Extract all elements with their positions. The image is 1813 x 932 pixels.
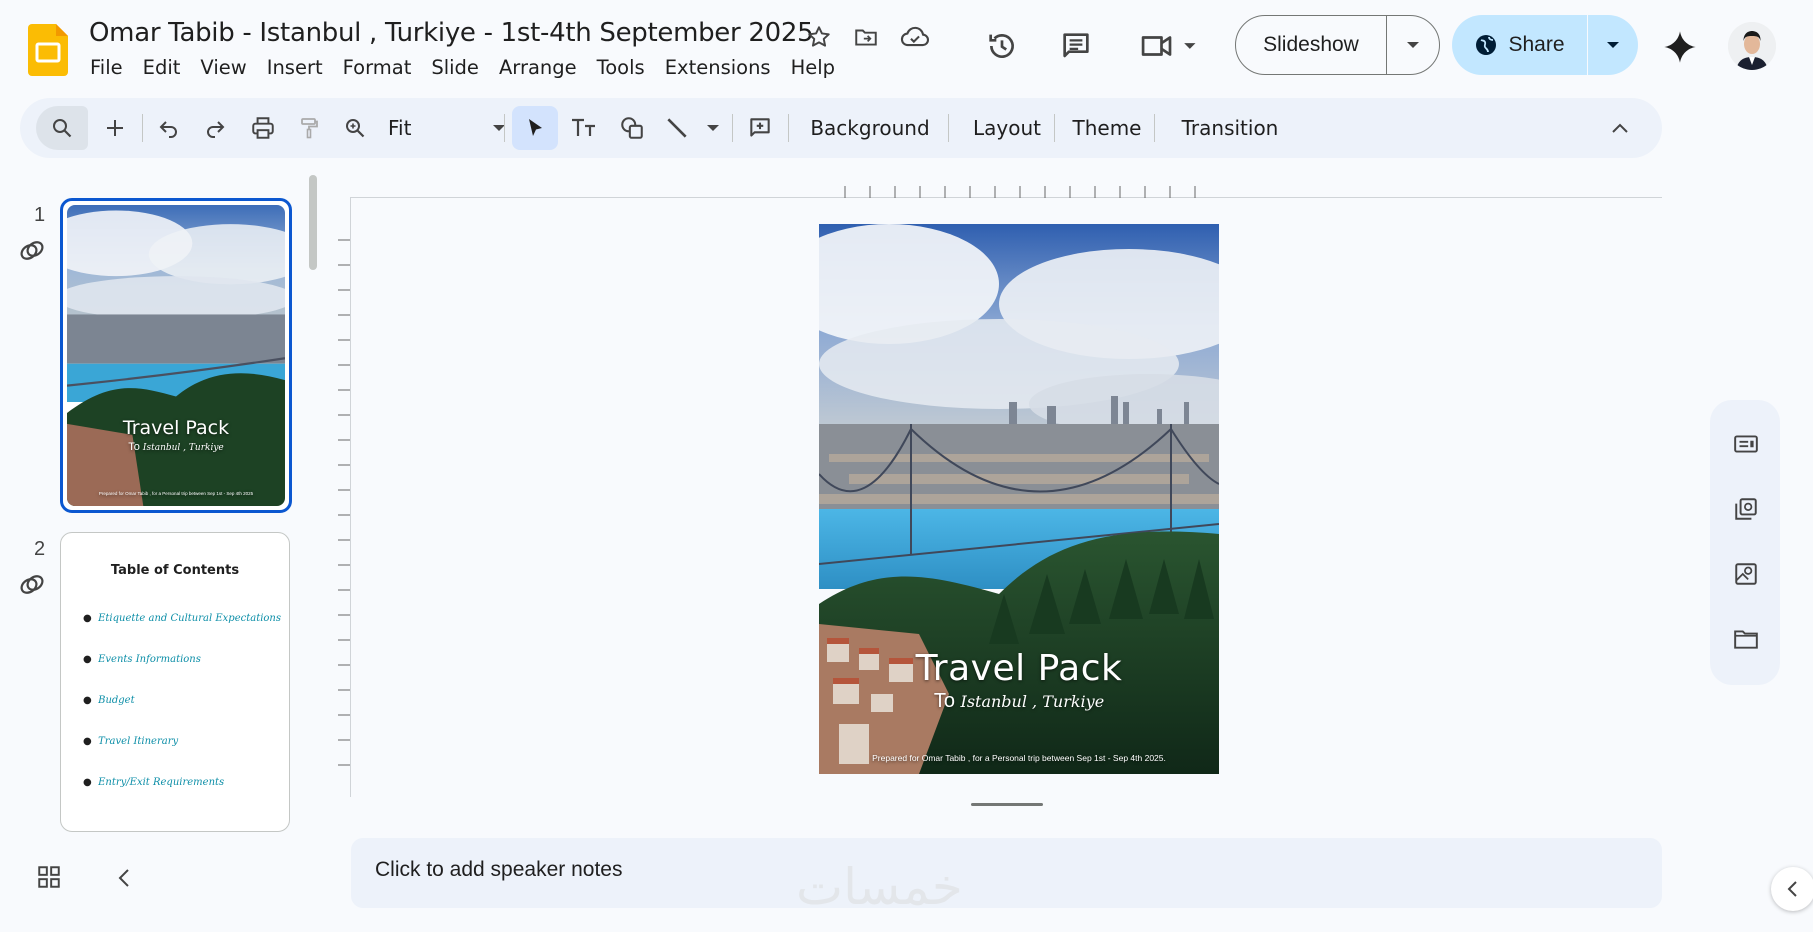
menu-bar: File Edit View Insert Format Slide Arran…: [80, 55, 845, 80]
gemini-sparkle-icon[interactable]: [1658, 25, 1702, 69]
toc-title: Table of Contents: [110, 563, 240, 578]
watermark-logo: خمسات: [796, 858, 963, 916]
speaker-notes[interactable]: Click to add speaker notes: [351, 838, 1662, 908]
slide-number: 2: [34, 538, 46, 560]
zoom-select[interactable]: Fit: [384, 106, 514, 150]
zoom-value: Fit: [388, 116, 412, 140]
slide-thumbnail[interactable]: Table of Contents ● Etiquette and Cultur…: [60, 532, 290, 832]
search-menus-icon[interactable]: [36, 106, 88, 150]
menu-insert[interactable]: Insert: [257, 55, 333, 80]
layout-button[interactable]: Layout: [954, 106, 1060, 150]
shape-icon[interactable]: [610, 106, 654, 150]
menu-arrange[interactable]: Arrange: [489, 55, 587, 80]
line-icon: [664, 115, 690, 141]
menu-file[interactable]: File: [80, 55, 133, 80]
share-button[interactable]: Share: [1452, 15, 1638, 75]
menu-extensions[interactable]: Extensions: [655, 55, 781, 80]
menu-edit[interactable]: Edit: [133, 55, 191, 80]
meet-call-icon[interactable]: [1134, 26, 1206, 66]
linked-link-icon: [18, 238, 46, 264]
expand-side-panel-chevron-left-icon[interactable]: [1771, 867, 1813, 911]
document-title[interactable]: Omar Tabib - Istanbul , Turkiye - 1st-4t…: [89, 18, 814, 48]
share-options-chevron-down-icon[interactable]: [1588, 15, 1638, 75]
line-tool[interactable]: [656, 106, 728, 150]
collapse-filmstrip-chevron-left-icon[interactable]: [114, 866, 140, 892]
linked-link-icon: [18, 572, 46, 598]
toc-item: ● Travel Itinerary: [83, 736, 179, 747]
line-chevron-down-icon: [706, 124, 720, 132]
slideshow-options-chevron-down-icon[interactable]: [1387, 16, 1439, 74]
paint-format-icon[interactable]: [290, 106, 328, 150]
toc-item: ● Events Informations: [83, 654, 201, 665]
toc-item: ● Etiquette and Cultural Expectations: [83, 613, 282, 624]
globe-icon: [1474, 33, 1498, 57]
menu-slide[interactable]: Slide: [421, 55, 489, 80]
toc-item: ● Entry/Exit Requirements: [83, 777, 225, 788]
print-icon[interactable]: [242, 106, 284, 150]
text-box-icon[interactable]: [562, 106, 606, 150]
toc-list: ● Etiquette and Cultural Expectations ● …: [83, 613, 281, 818]
select-pointer-icon[interactable]: [512, 106, 558, 150]
image-edit-icon[interactable]: [1732, 560, 1760, 588]
background-label: Background: [810, 116, 930, 140]
insert-layers-icon[interactable]: [1732, 495, 1760, 523]
redo-icon[interactable]: [196, 106, 234, 150]
share-label: Share: [1508, 33, 1565, 56]
menu-view[interactable]: View: [190, 55, 256, 80]
new-slide-plus-icon[interactable]: [96, 106, 134, 150]
zoom-icon[interactable]: [336, 106, 374, 150]
menu-format[interactable]: Format: [333, 55, 422, 80]
slides-logo-icon[interactable]: [28, 24, 68, 76]
toolbar: Fit Background Layout Theme Transition: [20, 98, 1662, 158]
star-icon[interactable]: [804, 22, 834, 52]
transition-button[interactable]: Transition: [1160, 106, 1300, 150]
menu-help[interactable]: Help: [781, 55, 845, 80]
thumbnail-image: Travel Pack To Istanbul , Turkiye Prepar…: [67, 205, 285, 506]
collapse-chevron-up-icon[interactable]: [1600, 106, 1640, 150]
folder-icon[interactable]: [1732, 625, 1760, 653]
cover-subtitle: To Istanbul , Turkiye: [933, 690, 1105, 712]
thumbnail-footer: Prepared for Omar Tabib , for a Personal…: [98, 491, 254, 496]
notes-resize-handle[interactable]: [971, 803, 1043, 806]
thumbnail-title: Travel Pack: [122, 417, 230, 439]
add-comment-icon[interactable]: [738, 106, 782, 150]
slide-thumbnail[interactable]: Travel Pack To Istanbul , Turkiye Prepar…: [60, 198, 292, 513]
comments-icon[interactable]: [1056, 26, 1096, 66]
background-button[interactable]: Background: [796, 106, 944, 150]
layout-label: Layout: [973, 116, 1041, 140]
share-main[interactable]: Share: [1452, 15, 1588, 75]
horizontal-ruler: [819, 184, 1219, 198]
menu-tools[interactable]: Tools: [587, 55, 655, 80]
slide-number: 1: [34, 204, 46, 226]
speaker-notes-placeholder: Click to add speaker notes: [375, 858, 623, 881]
cloud-saved-icon[interactable]: [900, 22, 930, 52]
slides-list-icon[interactable]: [1732, 430, 1760, 458]
move-folder-icon[interactable]: [851, 22, 881, 52]
side-panel: [1710, 400, 1780, 685]
cover-footer: Prepared for Omar Tabib , for a Personal…: [872, 753, 1166, 763]
thumbnail-subtitle: To Istanbul , Turkiye: [128, 441, 224, 453]
theme-button[interactable]: Theme: [1060, 106, 1154, 150]
avatar[interactable]: [1728, 22, 1776, 70]
vertical-ruler: [336, 224, 350, 774]
slideshow-button[interactable]: Slideshow: [1235, 15, 1440, 75]
cover-title: Travel Pack: [915, 648, 1123, 689]
slideshow-label[interactable]: Slideshow: [1236, 16, 1387, 74]
undo-icon[interactable]: [150, 106, 188, 150]
current-slide[interactable]: Travel Pack To Istanbul , Turkiye Prepar…: [819, 224, 1219, 774]
theme-label: Theme: [1072, 116, 1142, 140]
transition-label: Transition: [1181, 116, 1279, 140]
version-history-icon[interactable]: [982, 26, 1022, 66]
filmstrip-scrollbar[interactable]: [309, 175, 317, 270]
toc-item: ● Budget: [83, 695, 135, 706]
grid-view-icon[interactable]: [36, 864, 66, 894]
